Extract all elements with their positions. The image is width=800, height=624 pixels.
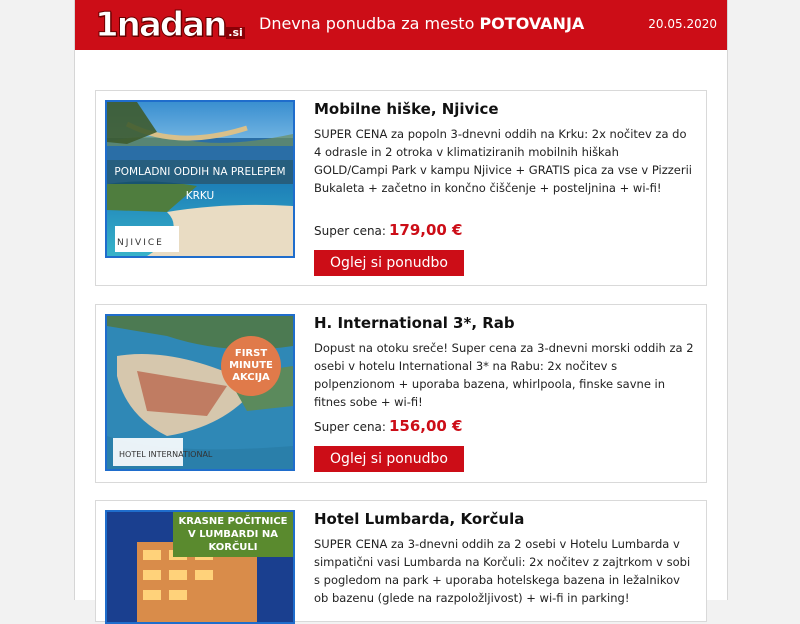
offer-card: FIRST MINUTE AKCIJA HOTEL INTERNATIONAL … xyxy=(95,304,707,483)
offer-title[interactable]: H. International 3*, Rab xyxy=(314,314,515,332)
price-value: 156,00 € xyxy=(388,417,463,435)
price-label: Super cena: xyxy=(314,224,386,238)
header-date: 20.05.2020 xyxy=(648,17,717,31)
logo-text: 1nadan xyxy=(94,5,227,45)
image-banner: KRASNE POČITNICE V LUMBARDI NA KORČULI xyxy=(173,512,293,557)
image-banner: POMLADNI ODDIH NA PRELEPEM KRKU xyxy=(107,160,293,202)
first-minute-badge: FIRST MINUTE AKCIJA xyxy=(221,336,281,396)
site-logo[interactable]: 1nadan .si xyxy=(94,5,245,45)
image-logo-text: NJIVICE xyxy=(117,238,164,248)
offer-title[interactable]: Mobilne hiške, Njivice xyxy=(314,100,499,118)
logo-tld: .si xyxy=(226,26,245,39)
price-value: 179,00 € xyxy=(388,221,463,239)
header-city: POTOVANJA xyxy=(479,14,585,33)
offer-title[interactable]: Hotel Lumbarda, Korčula xyxy=(314,510,524,528)
offer-price: Super cena: 179,00 € xyxy=(314,221,463,239)
view-offer-button[interactable]: Oglej si ponudbo xyxy=(314,250,464,276)
offer-image[interactable]: FIRST MINUTE AKCIJA HOTEL INTERNATIONAL xyxy=(105,314,295,471)
offer-image[interactable]: POMLADNI ODDIH NA PRELEPEM KRKU NJIVICE xyxy=(105,100,295,258)
header-title: Dnevna ponudba za mesto POTOVANJA xyxy=(259,14,584,33)
offer-image[interactable]: KRASNE POČITNICE V LUMBARDI NA KORČULI xyxy=(105,510,295,624)
image-logo-text: HOTEL INTERNATIONAL xyxy=(119,450,213,459)
view-offer-button[interactable]: Oglej si ponudbo xyxy=(314,446,464,472)
offer-card: POMLADNI ODDIH NA PRELEPEM KRKU NJIVICE … xyxy=(95,90,707,286)
offer-description: SUPER CENA za popoln 3-dnevni oddih na K… xyxy=(314,127,692,195)
newsletter-container: 1nadan .si Dnevna ponudba za mesto POTOVA… xyxy=(74,0,728,624)
price-label: Super cena: xyxy=(314,420,386,434)
offer-card: KRASNE POČITNICE V LUMBARDI NA KORČULI H… xyxy=(95,500,707,624)
offer-price: Super cena: 156,00 € xyxy=(314,417,463,435)
header-title-prefix: Dnevna ponudba za mesto xyxy=(259,14,475,33)
offer-description: SUPER CENA za 3-dnevni oddih za 2 osebi … xyxy=(314,537,691,605)
offer-description: Dopust na otoku sreče! Super cena za 3-d… xyxy=(314,341,694,409)
header-bar: 1nadan .si Dnevna ponudba za mesto POTOVA… xyxy=(75,0,727,50)
